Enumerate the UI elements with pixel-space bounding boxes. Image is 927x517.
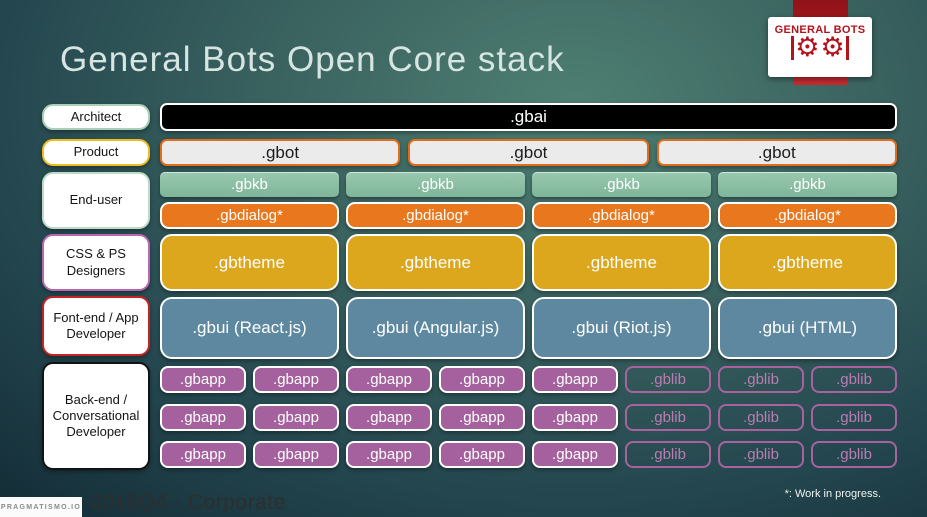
row-gbapp-gblib-3: .gbapp .gbapp .gbapp .gbapp .gbapp .gbli… bbox=[160, 441, 897, 468]
gbtheme-box: .gbtheme bbox=[346, 234, 525, 291]
gear-icon: ⚙ bbox=[795, 32, 820, 63]
row-gbot: .gbot .gbot .gbot bbox=[160, 139, 897, 166]
gbapp-box: .gbapp bbox=[439, 404, 525, 431]
gbdialog-box: .gbdialog* bbox=[346, 202, 525, 229]
gbapp-box: .gbapp bbox=[346, 441, 432, 468]
gblib-box: .gblib bbox=[718, 441, 804, 468]
gbapp-box: .gbapp bbox=[160, 441, 246, 468]
gbdialog-box: .gbdialog* bbox=[160, 202, 339, 229]
gbot-box: .gbot bbox=[408, 139, 649, 166]
gbapp-box: .gbapp bbox=[160, 404, 246, 431]
page-title: General Bots Open Core stack bbox=[60, 40, 565, 79]
row-gbui: .gbui (React.js) .gbui (Angular.js) .gbu… bbox=[160, 297, 897, 359]
role-label-text: Architect bbox=[70, 108, 122, 124]
gear-bar-right-icon bbox=[845, 36, 849, 60]
role-label-product: Product bbox=[42, 139, 150, 166]
gbui-html-box: .gbui (HTML) bbox=[718, 297, 897, 359]
gblib-box: .gblib bbox=[811, 441, 897, 468]
role-label-text: Font-end / App Developer bbox=[53, 309, 139, 341]
row-gbkb: .gbkb .gbkb .gbkb .gbkb bbox=[160, 172, 897, 197]
gear-bar-left-icon bbox=[791, 36, 795, 60]
gbot-box: .gbot bbox=[656, 139, 897, 166]
gear-icon: ⚙ ⚙ bbox=[768, 32, 872, 63]
role-label-css-ps-designers: CSS & PS Designers bbox=[42, 234, 150, 291]
row-gbapp-gblib-2: .gbapp .gbapp .gbapp .gbapp .gbapp .gbli… bbox=[160, 404, 897, 431]
role-label-backend-conversational-developer: Back-end / Conversational Developer bbox=[42, 362, 150, 470]
gbdialog-box: .gbdialog* bbox=[532, 202, 711, 229]
role-label-text: Back-end / Conversational Developer bbox=[52, 391, 140, 440]
pragmatismo-logo-text: PRAGMATISMO.IO bbox=[0, 503, 82, 511]
gbapp-box: .gbapp bbox=[439, 366, 525, 393]
row-gbai: .gbai bbox=[160, 103, 897, 131]
gblib-box: .gblib bbox=[718, 366, 804, 393]
gbdialog-box: .gbdialog* bbox=[718, 202, 897, 229]
gbtheme-box: .gbtheme bbox=[718, 234, 897, 291]
gbtheme-box: .gbtheme bbox=[532, 234, 711, 291]
gbui-react-box: .gbui (React.js) bbox=[160, 297, 339, 359]
row-gbtheme: .gbtheme .gbtheme .gbtheme .gbtheme bbox=[160, 234, 897, 291]
footer-version-text: 2018Q4 - Corporate bbox=[90, 491, 286, 514]
gbapp-box: .gbapp bbox=[439, 441, 525, 468]
row-gbdialog: .gbdialog* .gbdialog* .gbdialog* .gbdial… bbox=[160, 202, 897, 229]
gear-icon: ⚙ bbox=[820, 32, 845, 63]
gbapp-box: .gbapp bbox=[253, 404, 339, 431]
slide-canvas: General Bots Open Core stack GENERAL BOT… bbox=[0, 0, 927, 517]
work-in-progress-footnote: *: Work in progress. bbox=[784, 488, 881, 500]
general-bots-logo: GENERAL BOTS ⚙ ⚙ bbox=[768, 17, 872, 77]
gbtheme-box: .gbtheme bbox=[160, 234, 339, 291]
gbkb-box: .gbkb bbox=[718, 172, 897, 197]
gbkb-box: .gbkb bbox=[160, 172, 339, 197]
gbapp-box: .gbapp bbox=[532, 404, 618, 431]
role-label-architect: Architect bbox=[42, 104, 150, 130]
gblib-box: .gblib bbox=[625, 404, 711, 431]
gbapp-box: .gbapp bbox=[253, 366, 339, 393]
gblib-box: .gblib bbox=[718, 404, 804, 431]
gbapp-box: .gbapp bbox=[253, 441, 339, 468]
gbai-box: .gbai bbox=[160, 103, 897, 131]
gbkb-box: .gbkb bbox=[532, 172, 711, 197]
gbapp-box: .gbapp bbox=[160, 366, 246, 393]
gblib-box: .gblib bbox=[625, 441, 711, 468]
gblib-box: .gblib bbox=[811, 404, 897, 431]
role-label-end-user: End-user bbox=[42, 172, 150, 229]
gbot-box: .gbot bbox=[160, 139, 401, 166]
gbapp-box: .gbapp bbox=[532, 441, 618, 468]
pragmatismo-logo: PRAGMATISMO.IO bbox=[0, 497, 82, 517]
role-label-text: CSS & PS Designers bbox=[66, 246, 126, 278]
gbapp-box: .gbapp bbox=[346, 404, 432, 431]
role-label-text: End-user bbox=[69, 192, 123, 208]
gbkb-box: .gbkb bbox=[346, 172, 525, 197]
gbapp-box: .gbapp bbox=[346, 366, 432, 393]
gbui-riot-box: .gbui (Riot.js) bbox=[532, 297, 711, 359]
gblib-box: .gblib bbox=[625, 366, 711, 393]
role-label-text: Product bbox=[73, 144, 119, 160]
row-gbapp-gblib-1: .gbapp .gbapp .gbapp .gbapp .gbapp .gbli… bbox=[160, 366, 897, 393]
gbapp-box: .gbapp bbox=[532, 366, 618, 393]
gbui-angular-box: .gbui (Angular.js) bbox=[346, 297, 525, 359]
gblib-box: .gblib bbox=[811, 366, 897, 393]
role-label-frontend-app-developer: Font-end / App Developer bbox=[42, 296, 150, 356]
